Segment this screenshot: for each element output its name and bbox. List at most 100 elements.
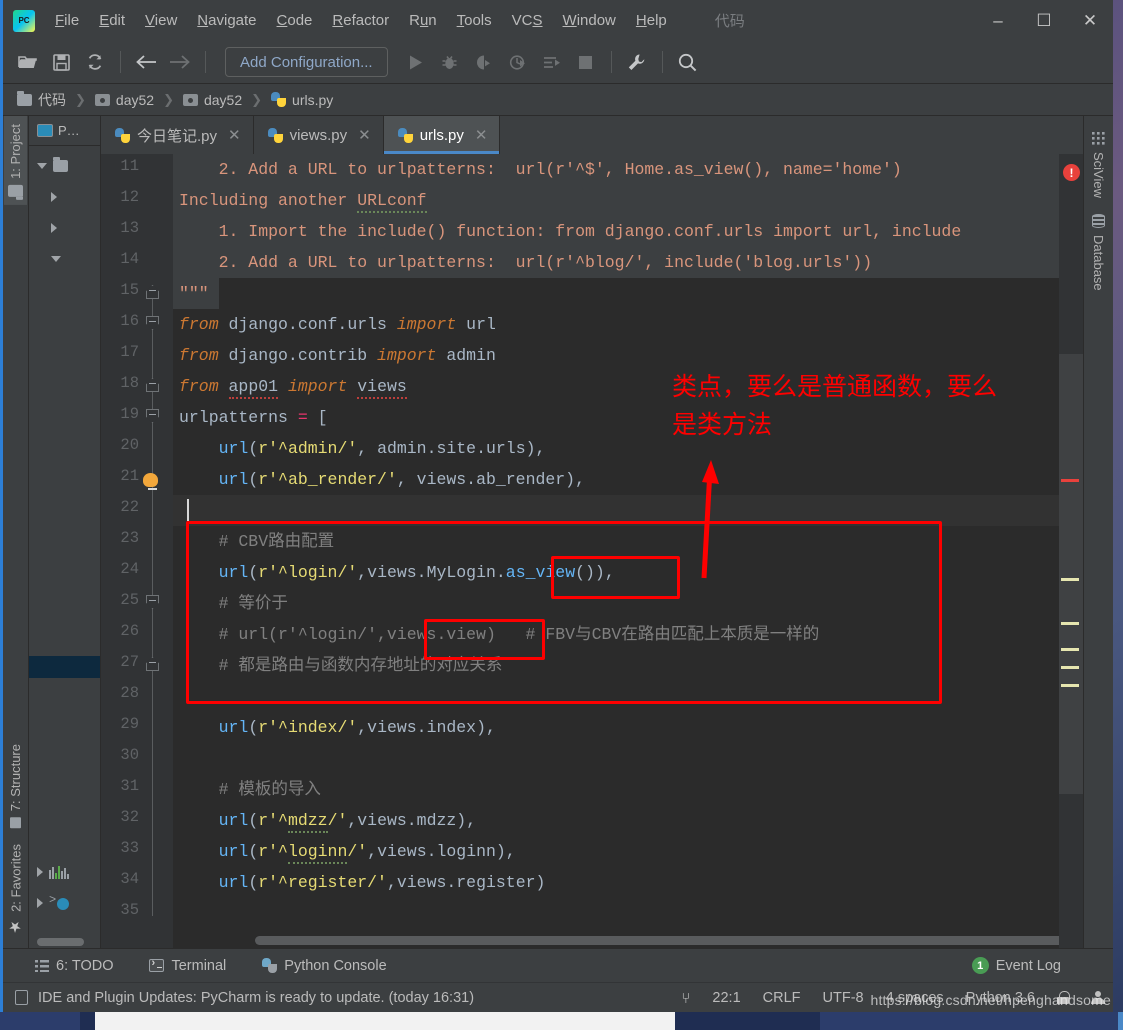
- chevron-right-icon[interactable]: [51, 191, 57, 202]
- code-editor[interactable]: 2. Add a URL to urlpatterns: url(r'^$', …: [173, 154, 1059, 948]
- stripe-marker-warn-4[interactable]: [1061, 666, 1079, 669]
- run-with-console-icon[interactable]: [536, 47, 568, 77]
- intention-bulb-icon[interactable]: [143, 473, 161, 491]
- tree-node-1[interactable]: [29, 181, 100, 212]
- sidebar-item-project[interactable]: 1: Project: [4, 116, 27, 205]
- breadcrumb-item-0[interactable]: 代码: [13, 88, 70, 112]
- back-arrow-icon[interactable]: [130, 47, 162, 77]
- tool-button-terminal[interactable]: Terminal: [145, 956, 230, 976]
- line-separator[interactable]: CRLF: [763, 990, 801, 1006]
- vcs-branch-icon[interactable]: ⑂: [681, 989, 690, 1007]
- tool-button-python-console[interactable]: Python Console: [258, 956, 390, 976]
- sidebar-item-sciview[interactable]: SciView: [1086, 124, 1111, 206]
- tree-node-4[interactable]: [29, 856, 100, 887]
- stripe-marker-warn-2[interactable]: [1061, 622, 1079, 625]
- stop-icon[interactable]: [570, 47, 602, 77]
- status-message[interactable]: IDE and Plugin Updates: PyCharm is ready…: [38, 990, 474, 1006]
- tree-node-root[interactable]: [29, 150, 100, 181]
- caret-position[interactable]: 22:1: [712, 990, 740, 1006]
- lock-icon[interactable]: [1057, 991, 1070, 1004]
- code-line-16: from django.conf.urls import url: [179, 315, 496, 334]
- sidebar-item-structure[interactable]: 7: Structure: [4, 736, 27, 836]
- error-stripe[interactable]: !: [1059, 154, 1083, 948]
- minimize-button[interactable]: –: [975, 0, 1021, 41]
- menu-edit[interactable]: Edit: [89, 8, 135, 33]
- tree-selected-row[interactable]: [29, 656, 100, 678]
- breadcrumb-item-2[interactable]: day52: [179, 90, 246, 110]
- sidebar-item-favorites[interactable]: ★ 2: Favorites: [3, 836, 29, 944]
- save-all-icon[interactable]: [45, 47, 77, 77]
- stripe-marker-warn-3[interactable]: [1061, 648, 1079, 651]
- horizontal-scrollbar-thumb[interactable]: [255, 936, 1059, 945]
- menu-view[interactable]: View: [135, 8, 187, 33]
- python-interpreter[interactable]: Python 3.6: [966, 990, 1035, 1006]
- menu-refactor[interactable]: Refactor: [322, 8, 399, 33]
- settings-wrench-icon[interactable]: [621, 47, 653, 77]
- tree-node-5[interactable]: [29, 887, 100, 918]
- tool-button-todo[interactable]: 6: TODO: [31, 956, 117, 976]
- stripe-viewport-thumb[interactable]: [1059, 354, 1083, 794]
- code-line-26: # url(r'^login/',views.view) # FBV与CBV在路…: [179, 625, 820, 644]
- taskbar-segment-3: [820, 1012, 1120, 1030]
- tree-node-2[interactable]: [29, 212, 100, 243]
- chevron-down-icon[interactable]: [37, 162, 47, 169]
- fold-marker-27[interactable]: [146, 657, 159, 671]
- tab-close-icon-1[interactable]: ✕: [358, 126, 371, 144]
- breadcrumb-item-1[interactable]: day52: [91, 90, 158, 110]
- tool-button-todo-label: 6: TODO: [56, 957, 114, 974]
- python-file-icon-2: [267, 127, 283, 143]
- menu-file[interactable]: File: [45, 8, 89, 33]
- event-log-button[interactable]: 1 Event Log: [971, 957, 1061, 974]
- sidebar-item-database[interactable]: Database: [1086, 206, 1111, 299]
- menu-code[interactable]: Code: [267, 8, 323, 33]
- maximize-button[interactable]: ☐: [1021, 0, 1067, 41]
- fold-marker-import-1[interactable]: [146, 316, 159, 330]
- chevron-right-icon-4[interactable]: [37, 897, 43, 908]
- tab-today-notes[interactable]: 今日笔记.py ✕: [101, 116, 254, 154]
- menu-vcs[interactable]: VCS: [502, 8, 553, 33]
- project-pane-scrollbar[interactable]: [37, 938, 84, 946]
- stripe-marker-warn-1[interactable]: [1061, 578, 1079, 581]
- account-icon[interactable]: [1091, 990, 1105, 1005]
- menu-help[interactable]: Help: [626, 8, 677, 33]
- indent-setting[interactable]: 4 spaces: [886, 990, 944, 1006]
- chevron-right-icon-3[interactable]: [37, 866, 43, 877]
- chevron-right-icon-2[interactable]: [51, 222, 57, 233]
- editor-gutter[interactable]: 11 12 13 14 15 16 17 18 19 20 21 22 23 2…: [101, 154, 173, 948]
- breadcrumb-item-3[interactable]: urls.py: [267, 90, 337, 110]
- profile-icon[interactable]: [502, 47, 534, 77]
- file-encoding[interactable]: UTF-8: [823, 990, 864, 1006]
- line-number: 22: [120, 498, 139, 516]
- run-configuration-selector[interactable]: Add Configuration...: [225, 47, 388, 77]
- sync-refresh-icon[interactable]: [79, 47, 111, 77]
- tab-close-icon-2[interactable]: ✕: [475, 126, 488, 144]
- tree-node-3[interactable]: [29, 243, 100, 274]
- close-button[interactable]: ✕: [1067, 0, 1113, 41]
- horizontal-scrollbar-track[interactable]: [173, 932, 1059, 948]
- open-folder-icon[interactable]: [11, 47, 43, 77]
- stripe-marker-error[interactable]: [1061, 479, 1079, 482]
- search-icon[interactable]: [672, 47, 704, 77]
- tab-urls-py[interactable]: urls.py ✕: [383, 116, 501, 154]
- stripe-marker-warn-5[interactable]: [1061, 684, 1079, 687]
- menu-window[interactable]: Window: [553, 8, 626, 33]
- menu-tools[interactable]: Tools: [447, 8, 502, 33]
- fold-marker-docstring-end[interactable]: [146, 285, 159, 299]
- notification-icon[interactable]: [15, 990, 28, 1005]
- python-file-icon: [271, 92, 287, 107]
- debug-icon[interactable]: [434, 47, 466, 77]
- tab-close-icon-0[interactable]: ✕: [228, 126, 241, 144]
- error-count-badge[interactable]: !: [1063, 164, 1080, 181]
- forward-arrow-icon[interactable]: [164, 47, 196, 77]
- menu-run[interactable]: Run: [399, 8, 447, 33]
- breadcrumb-sep-0: ❯: [75, 91, 86, 107]
- menu-navigate[interactable]: Navigate: [187, 8, 266, 33]
- fold-marker-urlpatterns[interactable]: [146, 409, 159, 423]
- chevron-down-icon-2[interactable]: [51, 255, 61, 262]
- fold-marker-25[interactable]: [146, 595, 159, 609]
- fold-marker-import-3[interactable]: [146, 378, 159, 392]
- run-coverage-icon[interactable]: [468, 47, 500, 77]
- menu-code-label: ode: [287, 12, 313, 29]
- tab-views-py[interactable]: views.py ✕: [254, 116, 384, 154]
- run-icon[interactable]: [400, 47, 432, 77]
